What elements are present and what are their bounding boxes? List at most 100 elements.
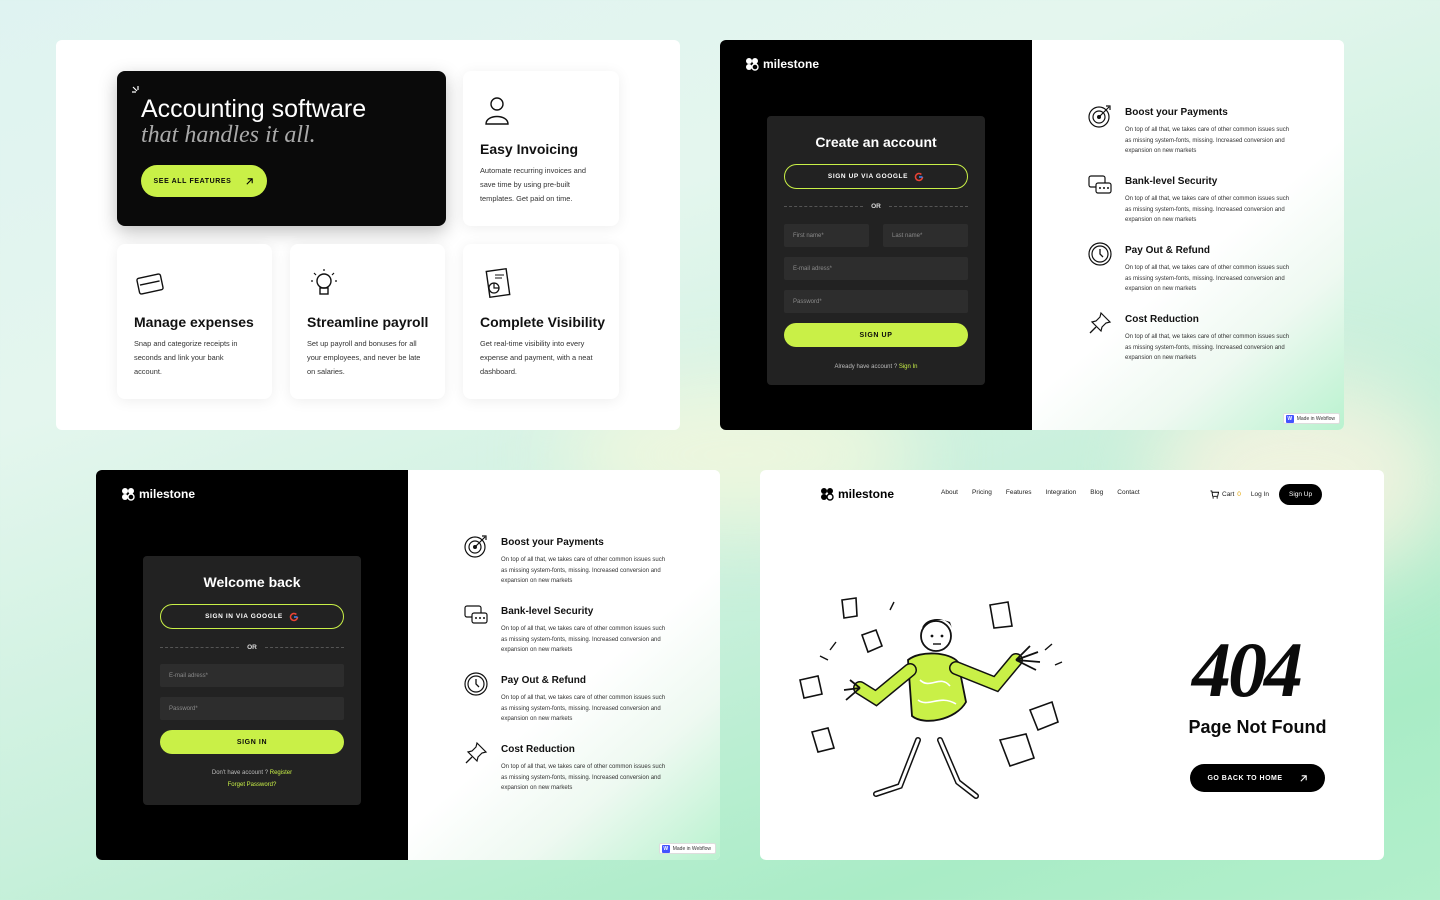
google-signup-button[interactable]: SIGN UP VIA GOOGLE (784, 164, 968, 189)
nav-integration[interactable]: Integration (1046, 489, 1077, 496)
cart-link[interactable]: Cart 0 (1210, 490, 1241, 499)
milestone-logo-icon (746, 58, 759, 71)
error-message: Page Not Found (1188, 717, 1327, 737)
feature-description: Get real-time visibility into every expe… (480, 339, 593, 376)
benefit-description: On top of all that, we takes care of oth… (501, 764, 666, 791)
benefit-description: On top of all that, we takes care of oth… (1125, 334, 1290, 361)
email-input[interactable]: E-mail adress* (160, 664, 344, 687)
feature-title: Easy Invoicing (480, 141, 579, 157)
hero-title: Accounting software (141, 95, 367, 123)
benefit-title: Pay Out & Refund (501, 675, 587, 686)
user-icon (485, 97, 509, 125)
cart-icon (1210, 490, 1219, 499)
dark-side: milestone Create an account SIGN UP VIA … (720, 40, 1032, 430)
register-prompt: Don't have account ? Register Forget Pas… (143, 767, 361, 791)
register-prompt-text: Don't have account ? (211, 770, 269, 776)
brand-logo[interactable]: milestone (820, 487, 894, 501)
register-link[interactable]: Register (270, 770, 292, 776)
nav-pricing[interactable]: Pricing (972, 489, 992, 496)
feature-card-expenses: Manage expenses Snap and categorize rece… (117, 244, 272, 399)
hero-subtitle: that handles it all. (141, 122, 316, 148)
benefit-title: Bank-level Security (501, 606, 594, 617)
arrow-up-right-icon (1299, 774, 1307, 782)
google-icon (289, 612, 299, 621)
signin-prompt: Already have account ? Sign In (767, 361, 985, 373)
google-button-label: SIGN UP VIA GOOGLE (827, 173, 909, 180)
benefit-description: On top of all that, we takes care of oth… (1125, 265, 1290, 292)
milestone-logo-icon (821, 488, 834, 501)
benefit-description: On top of all that, we takes care of oth… (501, 626, 666, 653)
login-link[interactable]: Log In (1251, 491, 1269, 498)
clock-icon (464, 672, 488, 696)
or-divider: OR (784, 201, 968, 211)
hero-card: Accounting software that handles it all.… (117, 71, 446, 226)
benefit-description: On top of all that, we takes care of oth… (1125, 196, 1290, 223)
benefit-description: On top of all that, we takes care of oth… (501, 695, 666, 722)
brand-logo[interactable]: milestone (121, 487, 195, 501)
benefits-side: Boost your Payments On top of all that, … (1032, 40, 1344, 430)
or-label: OR (247, 643, 257, 651)
cart-count: 0 (1237, 491, 1241, 498)
benefit-title: Cost Reduction (501, 744, 575, 755)
last-name-input[interactable]: Last name* (883, 224, 968, 247)
brand-name: milestone (763, 57, 820, 71)
main-nav: About Pricing Features Integration Blog … (941, 489, 1140, 496)
or-label: OR (871, 202, 881, 210)
feature-title: Manage expenses (134, 314, 254, 330)
form-title: Welcome back (203, 574, 301, 590)
features-panel: Accounting software that handles it all.… (56, 40, 680, 430)
email-input[interactable]: E-mail adress* (784, 257, 968, 280)
see-all-features-button[interactable]: SEE ALL FEATURES (141, 165, 267, 197)
chat-lock-icon (464, 605, 488, 624)
nav-about[interactable]: About (941, 489, 958, 496)
error-code: 404 (1192, 626, 1303, 713)
signup-nav-button[interactable]: Sign Up (1278, 484, 1323, 505)
google-signin-button[interactable]: SIGN IN VIA GOOGLE (160, 604, 344, 629)
dark-side: milestone Welcome back SIGN IN VIA GOOGL… (96, 470, 408, 860)
first-name-input[interactable]: First name* (784, 224, 869, 247)
signin-form: Welcome back SIGN IN VIA GOOGLE OR E-mai… (143, 556, 361, 805)
nav-actions: Cart 0 Log In Sign Up (1210, 484, 1323, 505)
made-in-webflow-badge[interactable]: W Made in Webflow (1282, 413, 1340, 424)
feature-card-payroll: Streamline payroll Set up payroll and bo… (290, 244, 445, 399)
signup-form: Create an account SIGN UP VIA GOOGLE OR … (767, 116, 985, 385)
feature-title: Complete Visibility (480, 314, 605, 330)
signin-link[interactable]: Sign In (899, 364, 918, 370)
signin-button[interactable]: SIGN IN (160, 730, 344, 754)
made-in-webflow-badge[interactable]: W Made in Webflow (658, 843, 716, 854)
go-back-home-button[interactable]: GO BACK TO HOME (1190, 764, 1325, 792)
benefit-title: Bank-level Security (1125, 176, 1218, 187)
forgot-password-link[interactable]: Forget Password? (228, 782, 277, 788)
signup-button[interactable]: SIGN UP (784, 323, 968, 347)
document-chart-icon (485, 267, 511, 299)
go-back-home-label: GO BACK TO HOME (1207, 774, 1283, 782)
signin-panel: milestone Welcome back SIGN IN VIA GOOGL… (96, 470, 720, 860)
benefit-description: On top of all that, we takes care of oth… (501, 557, 666, 584)
benefit-title: Pay Out & Refund (1125, 245, 1211, 256)
benefit-title: Cost Reduction (1125, 314, 1199, 325)
feature-description: Set up payroll and bonuses for all your … (307, 339, 421, 376)
nav-features[interactable]: Features (1006, 489, 1032, 496)
confused-person-illustration (799, 597, 1063, 799)
chat-lock-icon (1088, 175, 1112, 194)
feature-card-visibility: Complete Visibility Get real-time visibi… (463, 244, 619, 399)
password-input[interactable]: Password* (160, 697, 344, 720)
brand-name: milestone (838, 487, 895, 501)
nav-contact[interactable]: Contact (1117, 489, 1139, 496)
benefit-title: Boost your Payments (1125, 107, 1228, 118)
pushpin-icon (465, 741, 488, 764)
brand-logo[interactable]: milestone (745, 57, 819, 71)
feature-description: Automate recurring invoices and save tim… (480, 166, 586, 203)
password-input[interactable]: Password* (784, 290, 968, 313)
brand-name: milestone (139, 487, 196, 501)
feature-title: Streamline payroll (307, 314, 429, 330)
form-title: Create an account (815, 134, 937, 150)
milestone-logo-icon (122, 488, 135, 501)
webflow-badge-label: Made in Webflow (1296, 415, 1335, 422)
benefit-title: Boost your Payments (501, 537, 604, 548)
nav-blog[interactable]: Blog (1090, 489, 1103, 496)
pushpin-icon (1089, 311, 1112, 334)
benefit-description: On top of all that, we takes care of oth… (1125, 127, 1290, 154)
target-icon (464, 535, 487, 558)
arrow-up-right-icon (246, 177, 254, 185)
